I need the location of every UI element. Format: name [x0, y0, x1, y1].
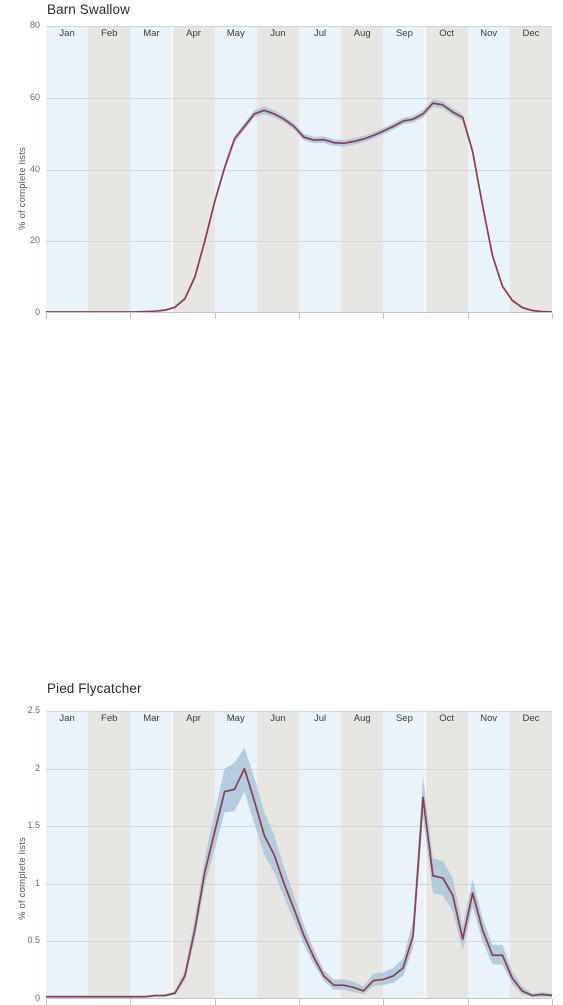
series-canvas-secondary — [46, 747, 552, 998]
x-tick-mark — [214, 999, 216, 1005]
x-tick-mark — [383, 313, 385, 319]
chart-page: Barn Swallow % of complete lists 80 60 40 2… — [0, 0, 563, 1005]
x-tick-mark — [383, 999, 385, 1005]
x-tick-mark — [299, 313, 300, 319]
series-line — [46, 767, 552, 998]
y-tick-80: 80 — [29, 20, 40, 30]
page-title: Barn Swallow — [47, 2, 130, 17]
y-tick-0: 0 — [34, 993, 40, 1003]
y-tick-0: 0 — [34, 307, 40, 317]
y-tick-1: 1 — [34, 877, 40, 888]
y-tick-40: 40 — [29, 163, 40, 174]
page-title-secondary: Pied Flycatcher — [47, 681, 142, 696]
y-axis-label: % of complete lists — [17, 147, 28, 230]
x-tick-mark — [467, 313, 469, 319]
x-tick-mark — [130, 313, 132, 319]
x-tick-mark — [467, 999, 469, 1005]
y-tick-20: 20 — [29, 235, 40, 246]
chart-panel-barn-swallow: Barn Swallow % of complete lists 80 60 40 2… — [0, 0, 563, 340]
x-tick-mark — [552, 313, 553, 319]
series-canvas — [46, 99, 552, 313]
x-tick-mark — [46, 999, 47, 1005]
y-tick-2: 2 — [34, 762, 40, 773]
y-tick-0.5: 0.5 — [27, 935, 40, 946]
x-tick-mark — [46, 313, 47, 319]
x-tick-mark — [299, 999, 300, 1005]
y-tick-2.5: 2.5 — [27, 705, 40, 715]
confidence-interval-band — [46, 747, 552, 998]
plot-area: Jan Feb Mar Apr May Jun Jul Aug Sep Oct Nov Dec — [46, 26, 552, 313]
x-tick-mark — [214, 313, 216, 319]
x-tick-mark — [552, 999, 553, 1005]
chart-panel-pied-flycatcher: Pied Flycatcher % of complete lists 2.5 2… — [0, 340, 563, 1005]
y-tick-1.5: 1.5 — [27, 820, 40, 831]
x-tick-mark — [130, 999, 132, 1005]
plot-area-secondary: Jan Feb Mar Apr May Jun Jul Aug Sep Oct Nov Dec — [46, 711, 552, 999]
y-tick-60: 60 — [29, 91, 40, 102]
